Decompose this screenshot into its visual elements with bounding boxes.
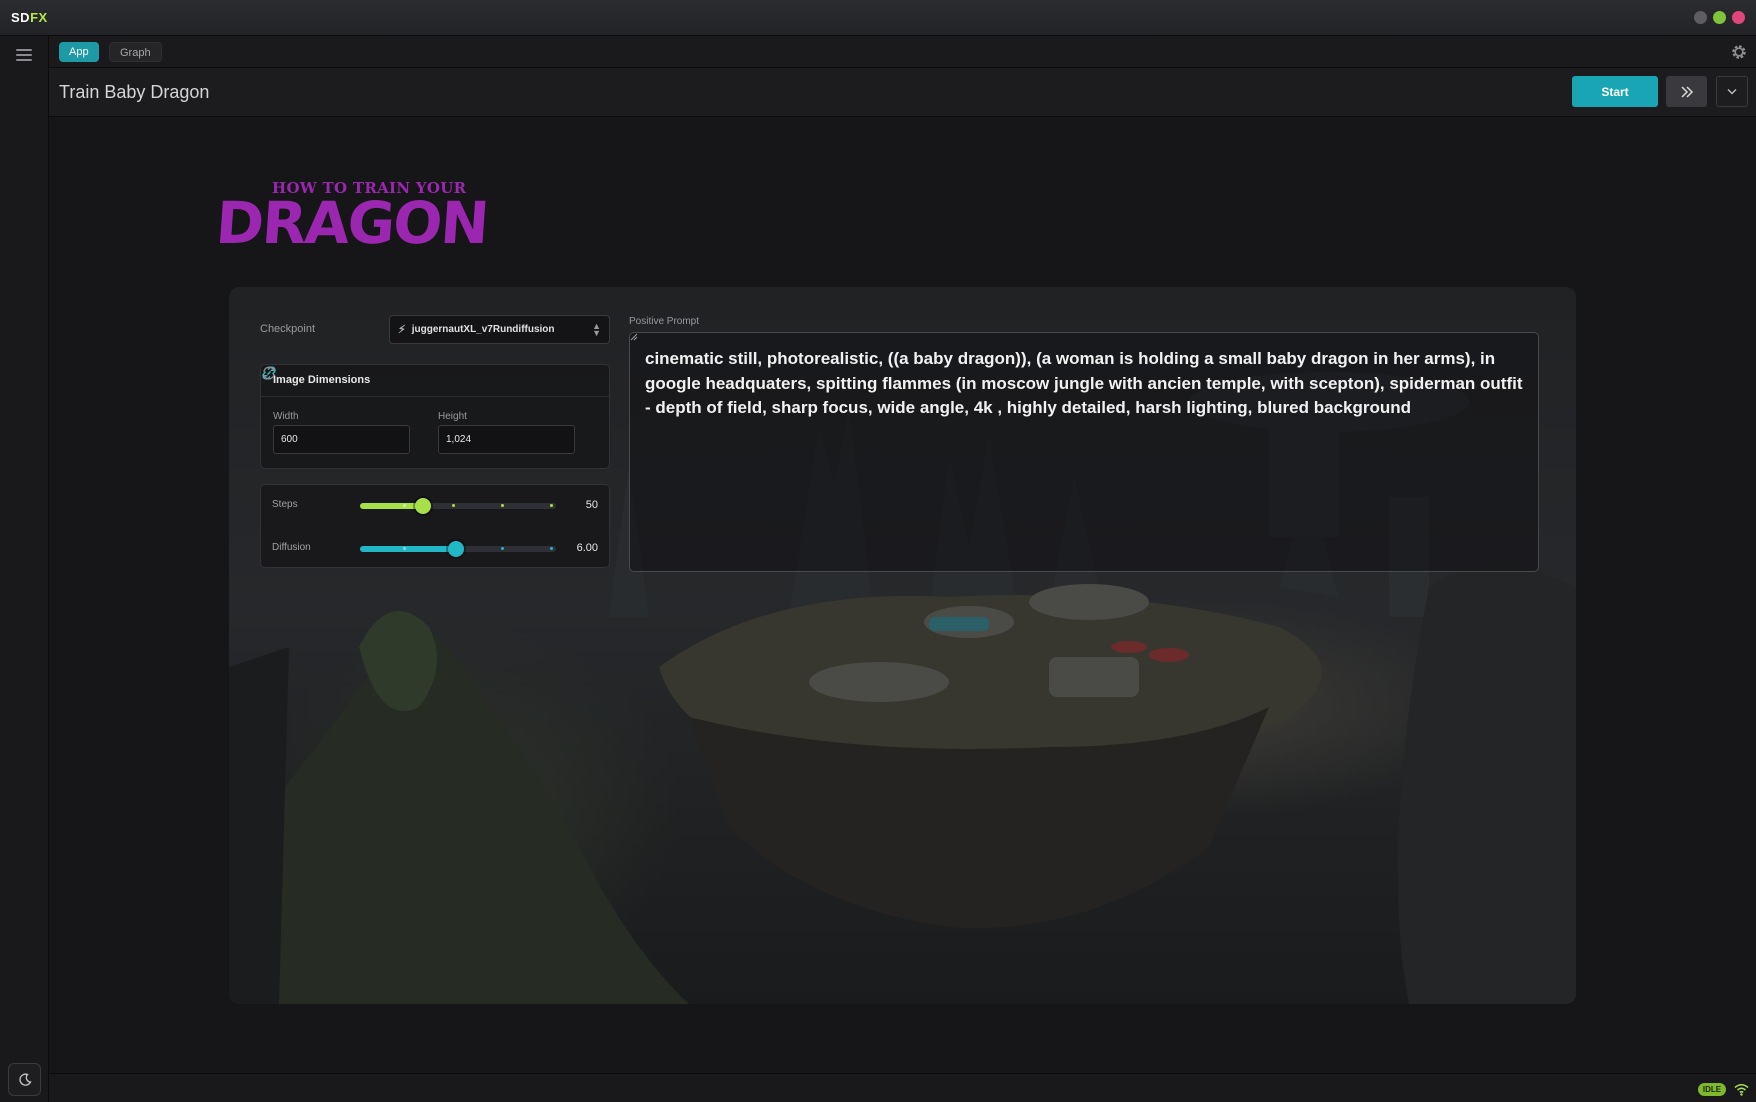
minimize-button[interactable]	[1694, 11, 1707, 24]
left-rail	[0, 36, 49, 1102]
swap-icon[interactable]	[261, 365, 277, 381]
slider-tick	[452, 504, 455, 507]
brand-sd: SD	[11, 10, 31, 25]
width-input[interactable]: 600	[273, 425, 410, 454]
wifi-icon	[1734, 1084, 1749, 1096]
slider-tick	[501, 547, 504, 550]
slider-tick	[403, 547, 406, 550]
page-title: Train Baby Dragon	[59, 82, 210, 102]
checkpoint-value: juggernautXL_v7Rundiffusion	[411, 324, 555, 335]
positive-prompt-textarea[interactable]: cinematic still, photorealistic, ((a bab…	[629, 332, 1539, 572]
start-button[interactable]: Start	[1572, 76, 1658, 107]
image-dimensions-panel: Image Dimensions Width Height 600 1,024	[260, 364, 610, 469]
height-input[interactable]: 1,024	[438, 425, 575, 454]
width-label: Width	[273, 411, 299, 422]
gear-icon[interactable]	[1730, 43, 1748, 61]
close-button[interactable]	[1732, 11, 1745, 24]
scene-background-panel: Checkpoint ⚡︎ juggernautXL_v7Rundiffusio…	[229, 287, 1576, 1004]
app-brand: SDFX	[11, 10, 48, 25]
how-to-train-your-dragon-logo: HOW TO TRAIN YOUR DRAGON	[213, 179, 516, 259]
diffusion-slider-fill	[360, 546, 456, 552]
slider-tick	[403, 504, 406, 507]
start-options-dropdown[interactable]	[1716, 76, 1748, 107]
tab-graph[interactable]: Graph	[109, 42, 162, 62]
status-badge: IDLE	[1698, 1083, 1726, 1096]
chevron-down-icon	[1727, 89, 1737, 95]
moon-icon	[18, 1072, 32, 1086]
diffusion-label: Diffusion	[272, 542, 311, 553]
height-label: Height	[438, 411, 467, 422]
sampler-sliders-panel: Steps 50 Diffusion 6.00	[260, 484, 610, 568]
updown-chevron-icon: ▲ ▼	[592, 321, 601, 338]
image-dimensions-title: Image Dimensions	[273, 374, 371, 386]
logo-line-2: DRAGON	[213, 189, 490, 257]
lightning-icon: ⚡︎	[398, 324, 406, 336]
tab-app[interactable]: App	[59, 42, 99, 62]
diffusion-value: 6.00	[576, 542, 598, 554]
steps-value: 50	[585, 499, 598, 511]
positive-prompt-label: Positive Prompt	[629, 316, 700, 327]
tab-strip: App Graph	[49, 36, 1756, 68]
checkpoint-select[interactable]: ⚡︎ juggernautXL_v7Rundiffusion ▲ ▼	[389, 315, 610, 344]
steps-label: Steps	[272, 499, 298, 510]
theme-toggle-button[interactable]	[8, 1063, 41, 1096]
queue-forward-button[interactable]	[1666, 76, 1707, 107]
diffusion-slider[interactable]	[360, 541, 556, 557]
brand-fx: FX	[30, 10, 48, 25]
maximize-button[interactable]	[1713, 11, 1726, 24]
steps-slider[interactable]	[360, 498, 556, 514]
divider	[261, 396, 609, 397]
positive-prompt-text: cinematic still, photorealistic, ((a bab…	[645, 349, 1523, 417]
resize-grip-icon[interactable]	[630, 333, 638, 341]
steps-slider-fill	[360, 503, 423, 509]
steps-slider-knob[interactable]	[415, 498, 431, 514]
menu-icon[interactable]	[16, 49, 32, 61]
main-canvas: HOW TO TRAIN YOUR DRAGON Checkpoint ⚡︎ j…	[49, 117, 1756, 1073]
diffusion-slider-knob[interactable]	[448, 541, 464, 557]
slider-tick	[550, 547, 553, 550]
slider-tick	[550, 504, 553, 507]
checkpoint-label: Checkpoint	[260, 323, 316, 335]
fast-forward-icon	[1680, 85, 1693, 98]
page-header: Train Baby Dragon Start	[49, 68, 1756, 117]
status-bar: IDLE	[49, 1073, 1756, 1102]
slider-tick	[501, 504, 504, 507]
title-bar: SDFX	[0, 0, 1756, 36]
